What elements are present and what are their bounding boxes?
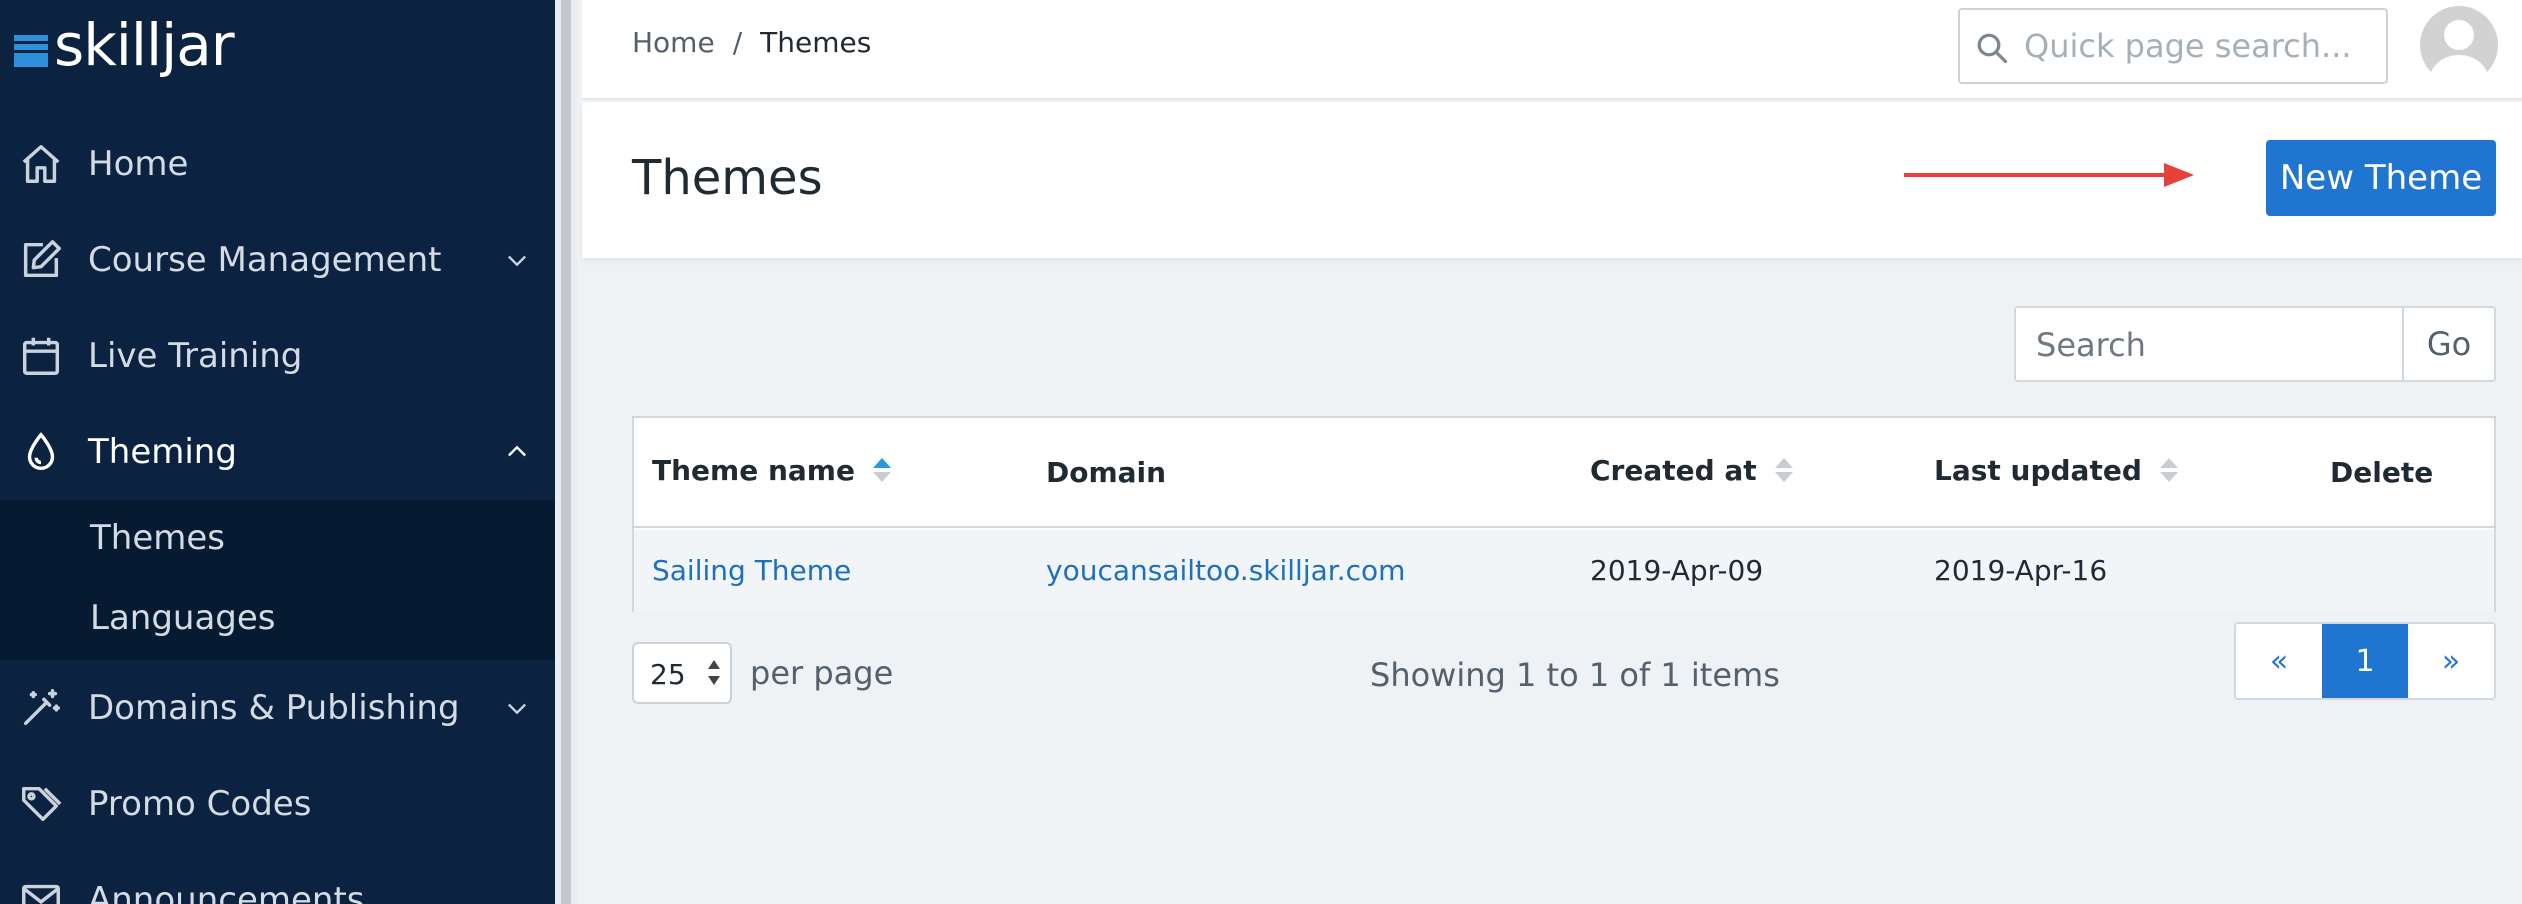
pagination-prev[interactable]: « [2236,624,2322,698]
edit-icon [23,240,61,278]
page-header: Themes New Theme [582,102,2522,258]
quick-search-input[interactable] [2024,18,2374,74]
table-row: Sailing Theme youcansailtoo.skilljar.com… [634,530,2494,612]
column-header-theme-name[interactable]: Theme name [652,454,891,487]
per-page-label: per page [750,654,894,692]
pagination-page-1[interactable]: 1 [2322,624,2408,698]
column-header-created-at[interactable]: Created at [1590,454,1793,487]
created-at-cell: 2019-Apr-09 [1590,554,1764,587]
user-icon [2428,20,2490,84]
theme-name-link[interactable]: Sailing Theme [652,554,851,587]
logo-text: skilljar [54,11,235,79]
chevron-down-icon [508,703,526,715]
new-theme-button[interactable]: New Theme [2266,140,2496,216]
mail-icon [22,884,60,904]
pagination: « 1 » [2234,622,2496,700]
sidebar-item-live-training[interactable]: Live Training [0,308,555,404]
skilljar-logo[interactable]: skilljar [14,10,235,80]
sidebar-item-promo-codes[interactable]: Promo Codes [0,756,555,852]
column-header-domain: Domain [1046,456,1167,489]
droplet-icon [27,432,55,470]
page-title: Themes [632,150,823,206]
sidebar: skilljar Home Course Management Live Tra… [0,0,555,904]
breadcrumb-separator: / [732,26,743,59]
sort-icon [872,456,891,486]
sidebar-subitem-languages[interactable]: Languages [90,598,276,638]
chevron-up-icon [508,445,526,457]
go-button[interactable]: Go [2402,306,2496,382]
domain-link[interactable]: youcansailtoo.skilljar.com [1046,554,1405,587]
annotation-arrow [1904,163,2194,187]
sidebar-item-theming[interactable]: Theming [0,404,555,500]
sidebar-item-domains-publishing[interactable]: Domains & Publishing [0,660,555,756]
table-header: Theme name Domain Created at Last update… [634,418,2494,528]
theming-subnav: Themes Languages [0,500,555,660]
themes-table: Theme name Domain Created at Last update… [632,416,2496,612]
search-icon [1977,33,2008,64]
calendar-icon [22,337,60,375]
tag-icon [22,786,62,822]
sidebar-item-announcements[interactable]: Announcements [0,852,555,904]
column-header-last-updated[interactable]: Last updated [1934,454,2178,487]
scrollbar-thumb[interactable] [561,0,571,904]
pagination-next[interactable]: » [2408,624,2494,698]
breadcrumb-current: Themes [760,26,872,59]
stepper-up-icon [708,660,720,669]
quick-search[interactable] [1958,8,2388,84]
sidebar-item-home[interactable]: Home [0,116,555,212]
table-search[interactable] [2014,306,2404,382]
sort-icon [1774,456,1793,486]
pagination-summary: Showing 1 to 1 of 1 items [1370,656,1780,694]
breadcrumb-home[interactable]: Home [632,26,715,59]
logo-mark-icon [14,35,50,69]
sidebar-item-course-management[interactable]: Course Management [0,212,555,308]
stepper-down-icon [708,676,720,685]
home-icon [22,145,60,183]
column-header-delete: Delete [2330,456,2434,489]
per-page-select[interactable]: 25 [632,642,732,704]
avatar[interactable] [2420,6,2498,84]
breadcrumb: Home / Themes [632,26,871,59]
magic-wand-icon [23,689,60,726]
table-search-input[interactable] [2036,318,2386,372]
chevron-down-icon [508,255,526,267]
sidebar-scrollbar[interactable] [555,0,577,904]
sort-icon [2159,456,2178,486]
last-updated-cell: 2019-Apr-16 [1934,554,2108,587]
per-page-value: 25 [650,658,686,691]
sidebar-subitem-themes[interactable]: Themes [90,518,225,558]
top-bar: Home / Themes [582,0,2522,100]
